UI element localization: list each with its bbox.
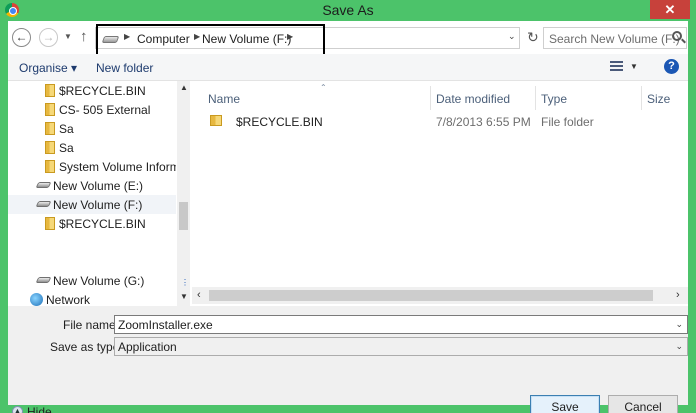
- tree-item-recycle-bin[interactable]: $RECYCLE.BIN: [8, 81, 176, 100]
- window-title: Save As: [322, 2, 374, 18]
- refresh-icon[interactable]: ↻: [527, 29, 539, 46]
- address-dropdown-icon[interactable]: ⌄: [508, 31, 516, 42]
- save-as-dialog: Save As ✕ ← → ▼ ↑ ▶ Computer ▶ New Volum…: [0, 0, 696, 413]
- network-icon: [30, 293, 43, 306]
- file-name-input[interactable]: ZoomInstaller.exe ⌄: [114, 315, 688, 334]
- search-placeholder: Search New Volume (F:): [549, 32, 680, 46]
- navigation-pane-scrollbar[interactable]: ▲ ▼: [177, 81, 190, 306]
- annotation-highlight-box: [96, 24, 325, 56]
- scrollbar-thumb[interactable]: [179, 202, 188, 230]
- cancel-button[interactable]: Cancel: [608, 395, 678, 413]
- help-icon[interactable]: ?: [664, 59, 679, 74]
- column-header-size[interactable]: Size: [641, 86, 686, 110]
- scroll-down-icon[interactable]: ▼: [180, 292, 188, 301]
- column-header-label: Size: [647, 92, 671, 106]
- save-button[interactable]: Save: [530, 395, 600, 413]
- chevron-up-icon: ▲: [12, 406, 23, 413]
- tree-item-sa-2[interactable]: Sa: [8, 138, 176, 157]
- tree-item-label: Sa: [59, 122, 74, 136]
- tree-item-label: New Volume (E:): [53, 179, 144, 193]
- tree-item-new-volume-f[interactable]: New Volume (F:): [8, 195, 176, 214]
- column-header-label: Date modified: [436, 92, 511, 106]
- scrollbar-thumb[interactable]: [209, 290, 653, 301]
- arrow-left-icon: ←: [15, 30, 28, 44]
- file-list: ⌃ Name Date modified Type Size $RECYCLE.…: [192, 81, 688, 306]
- tree-item-sa-1[interactable]: Sa: [8, 119, 176, 138]
- folder-icon: [210, 115, 222, 126]
- tree-item-label: Network: [46, 293, 91, 307]
- hide-folders-label: Hide Folders: [27, 405, 52, 413]
- column-header-label: Name: [208, 92, 241, 106]
- tree-item-label: $RECYCLE.BIN: [59, 84, 146, 98]
- close-button[interactable]: ✕: [650, 0, 690, 19]
- scroll-up-icon[interactable]: ▲: [180, 83, 188, 92]
- folder-icon: [45, 160, 55, 173]
- column-header-name[interactable]: ⌃ Name: [202, 83, 430, 110]
- folder-icon: [45, 122, 55, 135]
- address-row: ← → ▼ ↑ ▶ Computer ▶ New Volume (F:) ▶ ⌄…: [8, 21, 688, 56]
- chevron-down-icon[interactable]: ⌄: [675, 341, 683, 352]
- tree-item-label: New Volume (F:): [53, 198, 143, 212]
- tree-item-recycle-bin-f[interactable]: $RECYCLE.BIN: [8, 214, 176, 233]
- arrow-right-icon: →: [42, 30, 55, 44]
- save-as-type-label: Save as type:: [50, 340, 123, 354]
- tree-item-label: CS- 505 External: [59, 103, 151, 117]
- tree-item-new-volume-g[interactable]: New Volume (G:): [8, 271, 176, 290]
- file-name-label: File name:: [63, 318, 120, 332]
- file-list-horizontal-scrollbar[interactable]: ‹ ›: [192, 287, 688, 304]
- view-options-chevron-icon[interactable]: ▼: [630, 62, 638, 71]
- sort-ascending-icon: ⌃: [320, 83, 327, 92]
- drive-icon: [35, 201, 52, 207]
- scroll-right-icon[interactable]: ›: [676, 289, 680, 301]
- tree-item-label: $RECYCLE.BIN: [59, 217, 146, 231]
- column-header-label: Type: [541, 92, 568, 106]
- save-as-type-select[interactable]: Application ⌄: [114, 337, 688, 356]
- scroll-left-icon[interactable]: ‹: [197, 289, 201, 301]
- tree-item-label: New Volume (G:): [53, 274, 145, 288]
- file-type-cell: File folder: [541, 115, 594, 129]
- organise-button[interactable]: Organise ▾: [19, 61, 77, 75]
- command-toolbar: Organise ▾ New folder ▼ ?: [8, 54, 688, 81]
- tree-item-new-volume-e[interactable]: New Volume (E:): [8, 176, 176, 195]
- forward-button[interactable]: →: [39, 28, 58, 47]
- file-date-cell: 7/8/2013 6:55 PM: [436, 115, 531, 129]
- tree-item-label: System Volume Informati: [59, 160, 176, 174]
- file-name-cell: $RECYCLE.BIN: [236, 115, 323, 129]
- drive-icon: [35, 277, 52, 283]
- folder-icon: [45, 141, 55, 154]
- column-header-date-modified[interactable]: Date modified: [430, 86, 535, 110]
- folder-icon: [45, 84, 55, 97]
- table-row[interactable]: $RECYCLE.BIN 7/8/2013 6:55 PM File folde…: [202, 111, 682, 131]
- search-icon: [672, 31, 682, 41]
- file-name-value: ZoomInstaller.exe: [118, 318, 213, 332]
- new-folder-button[interactable]: New folder: [96, 61, 153, 75]
- folder-icon: [45, 103, 55, 116]
- folder-icon: [45, 217, 55, 230]
- drive-icon: [35, 182, 52, 188]
- chevron-down-icon[interactable]: ⌄: [675, 319, 683, 330]
- pane-resize-marker: ⋮: [181, 278, 189, 287]
- title-bar: Save As ✕: [0, 0, 696, 21]
- search-input[interactable]: Search New Volume (F:): [543, 27, 687, 49]
- save-as-type-value: Application: [118, 340, 177, 354]
- back-button[interactable]: ←: [12, 28, 31, 47]
- tree-item-system-volume-information[interactable]: System Volume Informati: [8, 157, 176, 176]
- recent-locations-chevron-icon[interactable]: ▼: [64, 32, 72, 41]
- up-one-level-icon[interactable]: ↑: [80, 28, 88, 45]
- save-options-panel: File name: ZoomInstaller.exe ⌄ Save as t…: [8, 306, 688, 413]
- tree-item-label: Sa: [59, 141, 74, 155]
- navigation-pane: $RECYCLE.BIN CS- 505 External Sa Sa Syst…: [8, 81, 190, 307]
- column-header-type[interactable]: Type: [535, 86, 641, 110]
- tree-item-cs-505-external[interactable]: CS- 505 External: [8, 100, 176, 119]
- dialog-client-area: ← → ▼ ↑ ▶ Computer ▶ New Volume (F:) ▶ ⌄…: [8, 21, 688, 413]
- change-view-icon[interactable]: [610, 61, 623, 72]
